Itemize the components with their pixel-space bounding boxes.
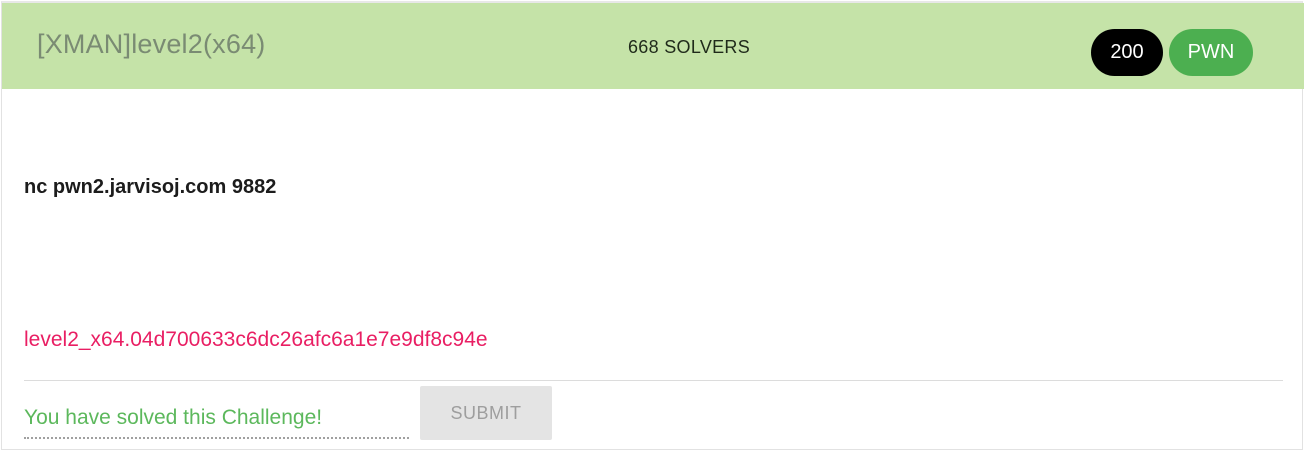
- challenge-header: [XMAN]level2(x64) 668 SOLVERS 200 PWN: [2, 3, 1304, 89]
- flag-input[interactable]: [24, 399, 409, 439]
- challenge-description: nc pwn2.jarvisoj.com 9882: [24, 176, 277, 198]
- category-badge: PWN: [1169, 29, 1253, 76]
- points-badge: 200: [1091, 29, 1163, 76]
- challenge-card: [XMAN]level2(x64) 668 SOLVERS 200 PWN nc…: [1, 1, 1304, 450]
- solvers-count: 668 SOLVERS: [628, 37, 751, 57]
- challenge-title: [XMAN]level2(x64): [37, 29, 266, 59]
- submit-button[interactable]: SUBMIT: [420, 386, 552, 440]
- attachment-link[interactable]: level2_x64.04d700633c6dc26afc6a1e7e9df8c…: [24, 328, 488, 352]
- divider: [24, 380, 1283, 381]
